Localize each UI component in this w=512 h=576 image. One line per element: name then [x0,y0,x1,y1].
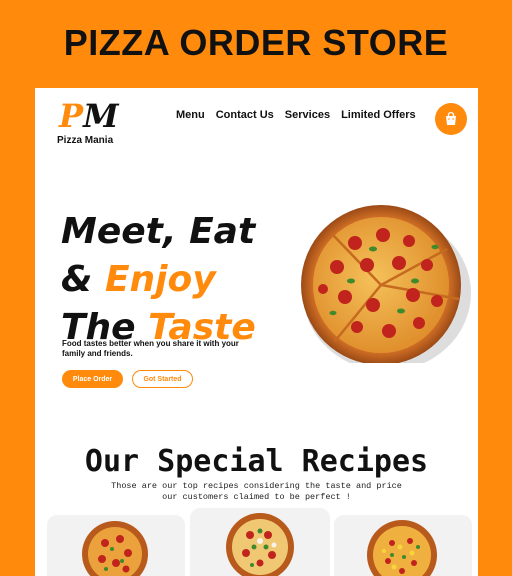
hero-pizza-image [301,205,471,363]
recipes-subtitle-line-2: our customers claimed to be perfect ! [162,492,351,502]
hero-line-2-prefix: & [61,259,105,300]
recipe-pizza-image [226,513,294,576]
hero-line-2: & Enjoy [61,256,256,304]
main-nav: Menu Contact Us Services Limited Offers [176,109,416,121]
logo-mark-p: P [59,97,84,135]
hero-headline: Meet, Eat & Enjoy The Taste [61,208,256,352]
nav-menu[interactable]: Menu [176,109,205,121]
cart-button[interactable] [435,103,467,135]
hero-line-2-accent: Enjoy [104,259,216,300]
recipe-pizza-image [367,520,437,576]
recipe-card[interactable] [190,508,330,576]
logo-mark-m: M [83,97,119,135]
place-order-button[interactable]: Place Order [62,370,123,388]
nav-limited-offers[interactable]: Limited Offers [341,109,416,121]
recipes-section-title: Our Special Recipes [84,444,429,479]
recipes-subtitle-line-1: Those are our top recipes considering th… [111,481,402,491]
logo-text: Pizza Mania [57,135,114,146]
website-preview: PM Pizza Mania Menu Contact Us Services … [35,88,478,576]
recipe-pizza-image [82,521,148,576]
recipe-card[interactable] [334,515,472,576]
hero-subtitle: Food tastes better when you share it wit… [62,339,239,358]
page-banner-title: PIZZA ORDER STORE [63,22,449,63]
get-started-button[interactable]: Got Started [132,370,193,388]
shopping-bag-icon [446,111,456,125]
recipes-section-subtitle: Those are our top recipes considering th… [85,481,428,503]
hero-line-1: Meet, Eat [61,211,256,252]
logo-mark[interactable]: PM [59,100,118,132]
nav-services[interactable]: Services [285,109,330,121]
nav-contact-us[interactable]: Contact Us [216,109,274,121]
recipe-card[interactable] [47,515,185,576]
